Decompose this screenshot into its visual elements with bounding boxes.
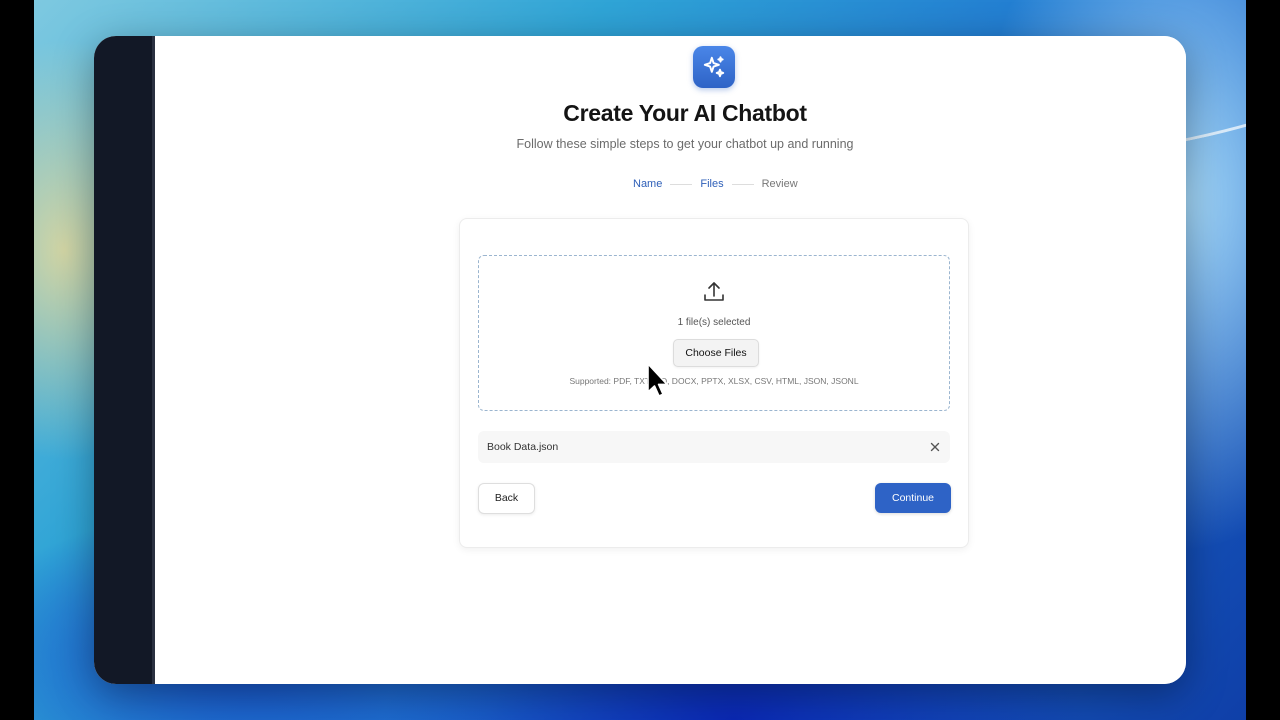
upload-icon <box>703 280 725 304</box>
choose-files-button[interactable]: Choose Files <box>673 339 759 367</box>
continue-button[interactable]: Continue <box>875 483 951 513</box>
supported-formats: Supported: PDF, TXT, MD, DOCX, PPTX, XLS… <box>569 376 859 386</box>
screen: Create Your AI Chatbot Follow these simp… <box>0 0 1280 720</box>
selected-count: 1 file(s) selected <box>677 317 751 328</box>
step-name[interactable]: Name <box>633 178 662 190</box>
app-window: Create Your AI Chatbot Follow these simp… <box>94 36 1186 684</box>
main-content: Create Your AI Chatbot Follow these simp… <box>155 36 1186 684</box>
file-dropzone[interactable]: 1 file(s) selected Choose Files Supporte… <box>478 255 950 411</box>
upload-card: 1 file(s) selected Choose Files Supporte… <box>459 218 969 548</box>
sparkles-icon <box>693 46 735 88</box>
step-connector <box>731 183 754 185</box>
step-connector <box>670 183 693 185</box>
file-name: Book Data.json <box>487 441 559 453</box>
close-icon[interactable] <box>928 440 942 454</box>
stepper: Name Files Review <box>633 178 798 190</box>
file-list-item: Book Data.json <box>478 431 950 463</box>
step-files[interactable]: Files <box>700 178 723 190</box>
step-review[interactable]: Review <box>762 178 798 190</box>
page-title: Create Your AI Chatbot <box>563 100 807 126</box>
sidebar <box>94 36 155 684</box>
back-button[interactable]: Back <box>478 483 535 514</box>
page-subtitle: Follow these simple steps to get your ch… <box>516 137 854 151</box>
